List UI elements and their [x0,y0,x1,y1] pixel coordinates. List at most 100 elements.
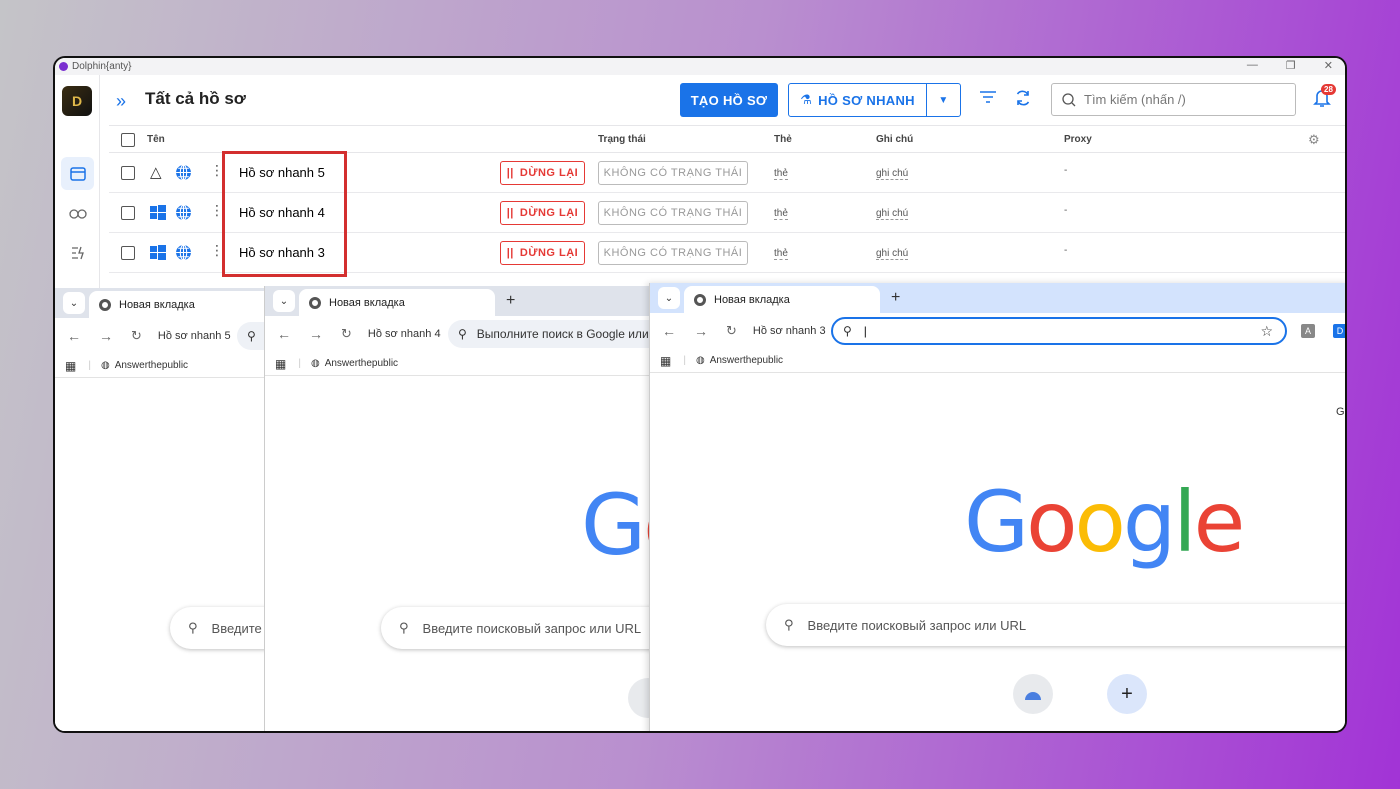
browser-window-3[interactable]: ⌄ Новая вкладка + ← → ↻ Hồ sơ nhanh 3 ⚲ … [649,283,1345,731]
row-checkbox[interactable] [121,246,135,260]
globe-bookmark-icon: ◍ [100,360,110,371]
browser-tab[interactable]: Новая вкладка [299,289,495,316]
browser-window-1[interactable]: ⌄ Новая вкладка ← → ↻ Hồ sơ nhanh 5 ⚲ ▦ … [55,288,285,731]
new-tab-icon[interactable]: + [891,289,900,307]
omnibox[interactable]: ⚲ | ☆ [831,317,1287,345]
chrome-icon [309,296,321,309]
google-search-box[interactable]: ⚲ Введите поисковый запрос или URL [766,604,1345,646]
bookmark-item[interactable]: Answerthepublic [115,360,188,371]
search-placeholder: Введите [211,620,262,636]
back-icon[interactable]: ← [662,323,676,339]
globe-bookmark-icon: ◍ [310,358,320,369]
bookmarks-bar: ▦ | ◍ Answerthepublic [265,352,704,376]
col-status: Trạng thái [598,134,646,145]
search-input[interactable]: Tìm kiếm (nhấn /) [1051,83,1296,116]
tab-strip: ⌄ Новая вкладка + [650,283,1345,313]
expand-sidebar-icon[interactable]: » [116,91,126,112]
close-icon[interactable]: ✕ [1324,59,1333,72]
globe-icon [175,204,192,224]
tag-field[interactable]: thẻ [774,208,788,220]
bookmark-item[interactable]: Answerthepublic [710,355,783,366]
page-title: Tất cả hồ sơ [145,89,246,108]
app-logo-icon[interactable]: D [62,86,92,116]
back-icon[interactable]: ← [277,326,291,342]
status-button[interactable]: KHÔNG CÓ TRẠNG THÁI [598,241,748,265]
profile-label[interactable]: Hồ sơ nhanh 3 [753,325,826,337]
apps-grid-icon[interactable]: ▦ [65,359,76,373]
apps-grid-icon[interactable]: ▦ [660,354,671,368]
quick-profile-dropdown-icon[interactable]: ▼ [927,95,960,106]
browser-toolbar: ← → ↻ Hồ sơ nhanh 5 ⚲ [55,318,285,354]
col-tag: Thẻ [774,134,792,145]
tab-search-icon[interactable]: ⌄ [273,290,295,312]
row-checkbox[interactable] [121,206,135,220]
filter-icon[interactable] [979,90,997,109]
note-field[interactable]: ghi chú [876,168,909,180]
linux-icon: △ [150,164,162,181]
status-button[interactable]: KHÔNG CÓ TRẠNG THÁI [598,161,748,185]
windows-icon [150,245,166,264]
tag-field[interactable]: thẻ [774,248,788,260]
add-shortcut-icon[interactable]: + [1107,674,1147,714]
new-tab-icon[interactable]: + [506,292,515,310]
maximize-icon[interactable]: ❐ [1286,59,1296,72]
windows-icon [150,205,166,224]
extension-d-icon[interactable]: D [1333,324,1345,338]
col-name: Tên [147,134,165,145]
col-note: Ghi chú [876,134,914,145]
apps-grid-icon[interactable]: ▦ [275,357,286,371]
profiles-icon[interactable] [61,157,94,190]
bookmark-item[interactable]: Answerthepublic [325,358,398,369]
browser-toolbar: ← → ↻ Hồ sơ nhanh 3 ⚲ | ☆ A D [650,313,1345,349]
corner-text: G [1336,406,1345,418]
proxy-value: - [1064,165,1068,176]
notification-badge: 28 [1321,84,1336,95]
tab-strip: ⌄ Новая вкладка + [265,286,704,316]
automation-icon[interactable] [61,236,94,269]
row-checkbox[interactable] [121,166,135,180]
select-all-checkbox[interactable] [121,133,135,147]
quick-profile-button[interactable]: ⚗ HỒ SƠ NHANH ▼ [788,83,961,117]
forward-icon[interactable]: → [694,323,708,339]
bookmark-star-icon[interactable]: ☆ [1260,323,1273,340]
settings-gear-icon[interactable]: ⚙ [1308,132,1320,148]
browser-window-2[interactable]: ⌄ Новая вкладка + ← → ↻ Hồ sơ nhanh 4 ⚲ … [264,286,704,731]
screenshot-frame: Dolphin{anty} — ❐ ✕ D » Tất cả hồ sơ TẠO… [53,56,1347,733]
search-icon [1062,92,1076,106]
profile-label[interactable]: Hồ sơ nhanh 4 [368,328,441,340]
status-button[interactable]: KHÔNG CÓ TRẠNG THÁI [598,201,748,225]
site-favicon-icon [1025,692,1041,700]
reload-icon[interactable]: ↻ [131,328,142,344]
forward-icon[interactable]: → [99,328,113,344]
omnibox-placeholder: Выполните поиск в Google или [476,327,649,341]
globe-bookmark-icon: ◍ [695,355,705,366]
search-placeholder: Введите поисковый запрос или URL [807,617,1027,633]
browser-tab[interactable]: Новая вкладка [684,286,880,313]
stop-button[interactable]: || DỪNG LẠI [500,161,585,185]
stop-button[interactable]: || DỪNG LẠI [500,201,585,225]
stop-button[interactable]: || DỪNG LẠI [500,241,585,265]
link-icon[interactable] [61,197,94,230]
note-field[interactable]: ghi chú [876,248,909,260]
create-profile-button[interactable]: TẠO HỒ SƠ [680,83,778,117]
chrome-icon [694,293,706,306]
minimize-icon[interactable]: — [1247,59,1258,72]
reload-icon[interactable]: ↻ [726,323,737,339]
refresh-icon[interactable] [1014,89,1032,112]
tab-search-icon[interactable]: ⌄ [658,287,680,309]
forward-icon[interactable]: → [309,326,323,342]
flask-icon: ⚗ [800,92,813,107]
extension-a-icon[interactable]: A [1301,324,1315,338]
tab-search-icon[interactable]: ⌄ [63,292,85,314]
search-icon: ⚲ [843,324,852,338]
reload-icon[interactable]: ↻ [341,326,352,342]
profile-label[interactable]: Hồ sơ nhanh 5 [158,330,231,342]
search-icon: ⚲ [399,620,409,635]
search-icon: ⚲ [458,327,467,341]
back-icon[interactable]: ← [67,328,81,344]
shortcut-tile[interactable] [1013,674,1053,714]
tag-field[interactable]: thẻ [774,168,788,180]
browser-tab[interactable]: Новая вкладка [89,291,285,318]
note-field[interactable]: ghi chú [876,208,909,220]
search-icon: ⚲ [784,617,794,632]
